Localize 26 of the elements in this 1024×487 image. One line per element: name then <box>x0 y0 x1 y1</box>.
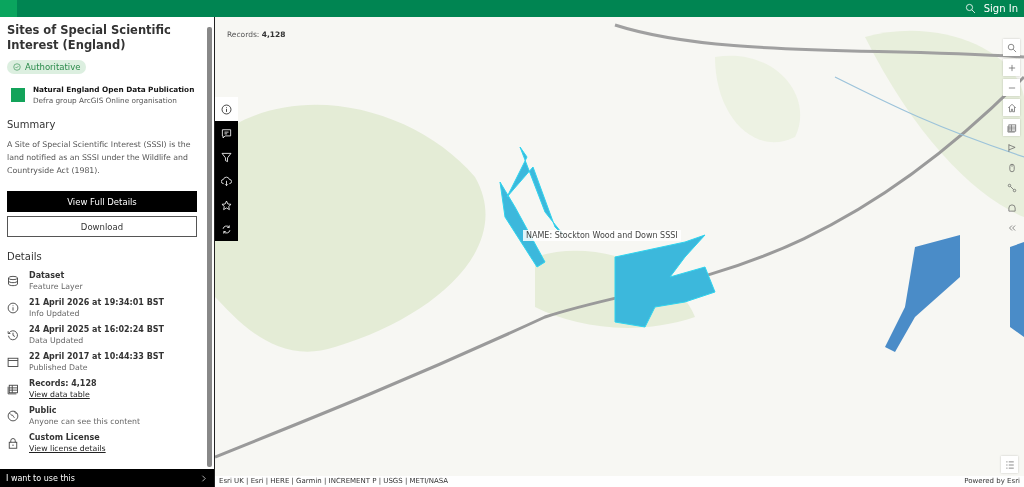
detail-title: Dataset <box>29 270 66 281</box>
detail-title: 21 April 2026 at 19:34:01 BST <box>29 297 164 308</box>
search-icon[interactable] <box>1003 39 1020 56</box>
scrollbar[interactable] <box>207 27 212 467</box>
detail-title: Custom License <box>29 432 101 443</box>
section-heading: Summary <box>7 119 57 130</box>
zoom-out-icon[interactable] <box>1003 79 1020 96</box>
zoom-in-icon[interactable] <box>1003 59 1020 76</box>
legend-icon[interactable] <box>1001 456 1018 473</box>
search-icon[interactable] <box>964 3 976 14</box>
sign-in-link[interactable]: Sign In <box>983 3 1018 14</box>
details-button[interactable]: View Full Details <box>7 191 197 212</box>
download-button[interactable]: Download <box>7 216 197 237</box>
home-icon[interactable] <box>1003 99 1020 116</box>
dataset-title: Sites of Special Scientific Interest (England) <box>7 23 172 53</box>
section-heading: Details <box>7 251 43 262</box>
table-icon[interactable] <box>1003 119 1020 136</box>
use-this-bar[interactable]: I want to use this <box>0 469 214 487</box>
publisher-logo <box>11 88 25 102</box>
detail-title: 22 April 2017 at 10:44:33 BST <box>29 351 164 362</box>
detail-title: Public <box>29 405 58 416</box>
detail-title: 24 April 2025 at 16:02:24 BST <box>29 324 164 335</box>
info-icon[interactable] <box>215 97 238 121</box>
feature-tooltip: NAME: Stockton Wood and Down SSSI <box>523 230 681 241</box>
authoritative-badge: Authoritative <box>7 60 87 74</box>
detail-title: Records: 4,128 <box>29 378 97 389</box>
